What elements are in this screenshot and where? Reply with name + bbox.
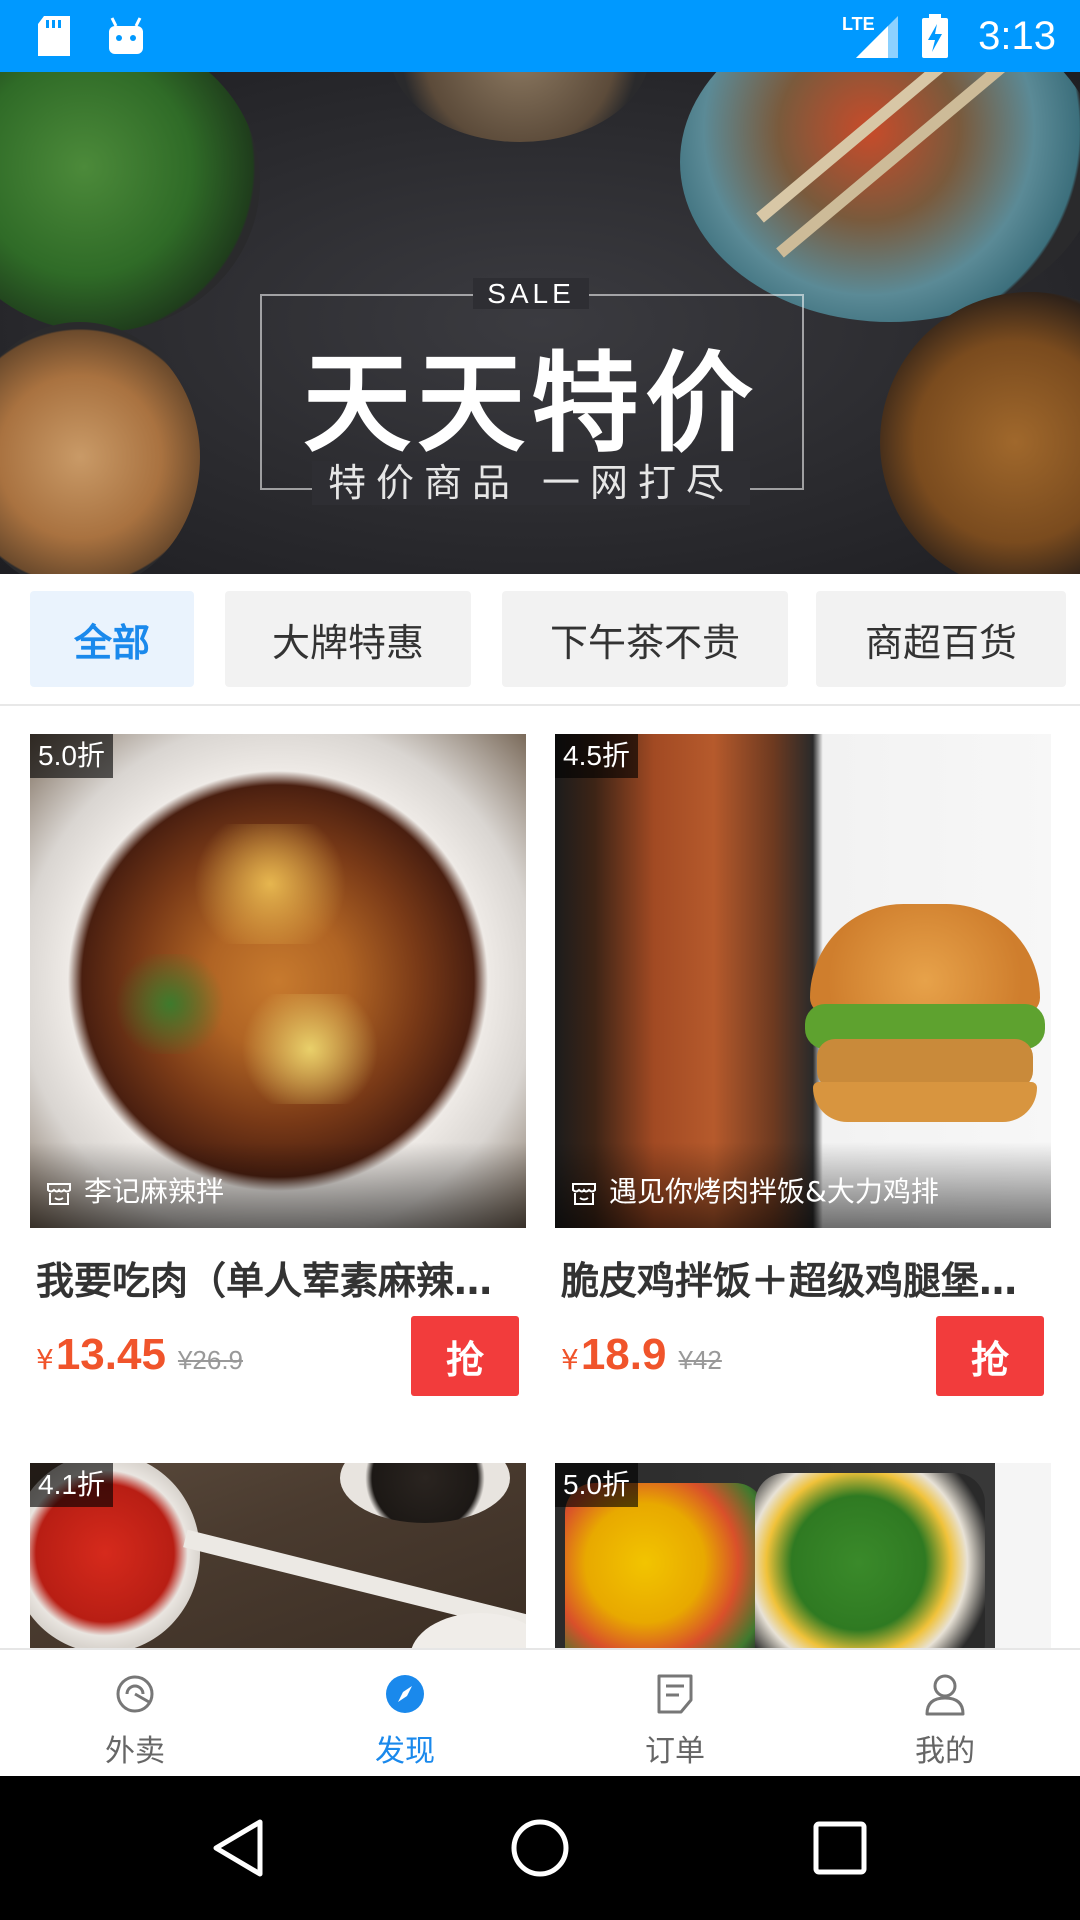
tab-all[interactable]: 全部: [30, 591, 194, 687]
rice-bowl-image: [390, 72, 650, 142]
shop-overlay: 遇见你烤肉拌饭&大力鸡排: [555, 1142, 1051, 1228]
compass-icon: [386, 1675, 424, 1713]
product-title[interactable]: 脆皮鸡拌饭＋超级鸡腿堡…: [561, 1250, 1049, 1305]
product-card[interactable]: 4.1折: [30, 1463, 526, 1648]
banner-subtitle: 特价商品 一网打尽: [0, 452, 1062, 507]
android-icon: [106, 0, 146, 72]
nav-profile[interactable]: 我的: [810, 1650, 1080, 1778]
discount-badge: 5.0折: [30, 734, 113, 778]
price-row: ¥ 18.9 ¥42: [561, 1330, 722, 1394]
system-navigation-bar: [0, 1776, 1080, 1920]
price-row: ¥ 13.45 ¥26.9: [36, 1330, 243, 1394]
signal-icon: LTE: [842, 0, 898, 72]
svg-text:LTE: LTE: [842, 14, 875, 34]
profile-icon: [925, 1674, 965, 1716]
store-icon: [572, 1183, 596, 1205]
product-card[interactable]: 5.0折 李记麻辣拌 我要吃肉（单人荤素麻辣… ¥ 13.45 ¥26.9 抢: [30, 734, 526, 1414]
nav-orders[interactable]: 订单: [540, 1650, 810, 1778]
tab-afternoon-tea[interactable]: 下午茶不贵: [502, 591, 788, 687]
shop-name: 遇见你烤肉拌饭&大力鸡排: [609, 1175, 939, 1208]
product-card[interactable]: 5.0折: [555, 1463, 1051, 1648]
product-image[interactable]: 4.5折 遇见你烤肉拌饭&大力鸡排: [555, 734, 1051, 1228]
category-tabs: 全部 大牌特惠 下午茶不贵 商超百货: [0, 574, 1080, 706]
store-icon: [47, 1183, 71, 1205]
battery-charging-icon: [920, 0, 950, 72]
discount-badge: 4.1折: [30, 1463, 113, 1507]
order-icon: [657, 1674, 693, 1714]
product-image[interactable]: 5.0折: [555, 1463, 1051, 1648]
discount-badge: 4.5折: [555, 734, 638, 778]
sale-price: 18.9: [580, 1330, 667, 1379]
status-bar: LTE 3:13: [0, 0, 1080, 72]
nav-label: 发现: [375, 1734, 435, 1769]
takeout-icon: [116, 1675, 154, 1713]
banner-sale-label: SALE: [0, 278, 1062, 310]
bottom-navigation: 外卖 发现 订单 我的: [0, 1648, 1080, 1776]
currency-symbol: ¥: [561, 1343, 579, 1376]
product-card[interactable]: 4.5折 遇见你烤肉拌饭&大力鸡排 脆皮鸡拌饭＋超级鸡腿堡… ¥ 18.9 ¥4…: [555, 734, 1051, 1414]
promo-banner[interactable]: SALE 天天特价 特价商品 一网打尽: [0, 72, 1080, 574]
grab-button[interactable]: 抢: [936, 1316, 1044, 1396]
product-image[interactable]: 4.1折: [30, 1463, 526, 1648]
sale-price: 13.45: [55, 1330, 166, 1379]
recents-icon[interactable]: [804, 1812, 876, 1884]
discount-badge: 5.0折: [555, 1463, 638, 1507]
banner-title: 天天特价: [302, 342, 759, 467]
nav-label: 订单: [645, 1734, 705, 1769]
original-price: ¥26.9: [177, 1345, 244, 1375]
grab-button[interactable]: 抢: [411, 1316, 519, 1396]
nav-takeout[interactable]: 外卖: [0, 1650, 270, 1778]
shop-name: 李记麻辣拌: [84, 1175, 225, 1208]
tab-supermarket[interactable]: 商超百货: [816, 591, 1066, 687]
shop-overlay: 李记麻辣拌: [30, 1142, 526, 1228]
original-price: ¥42: [678, 1345, 722, 1375]
status-time: 3:13: [978, 14, 1056, 58]
back-icon[interactable]: [204, 1812, 276, 1884]
product-image[interactable]: 5.0折 李记麻辣拌: [30, 734, 526, 1228]
nav-label: 我的: [915, 1734, 975, 1769]
home-icon[interactable]: [504, 1812, 576, 1884]
tab-brand-deals[interactable]: 大牌特惠: [225, 591, 471, 687]
nav-discover[interactable]: 发现: [270, 1650, 540, 1778]
currency-symbol: ¥: [36, 1343, 54, 1376]
nav-label: 外卖: [105, 1734, 165, 1769]
product-title[interactable]: 我要吃肉（单人荤素麻辣…: [36, 1250, 524, 1305]
sd-card-icon: [36, 0, 72, 72]
